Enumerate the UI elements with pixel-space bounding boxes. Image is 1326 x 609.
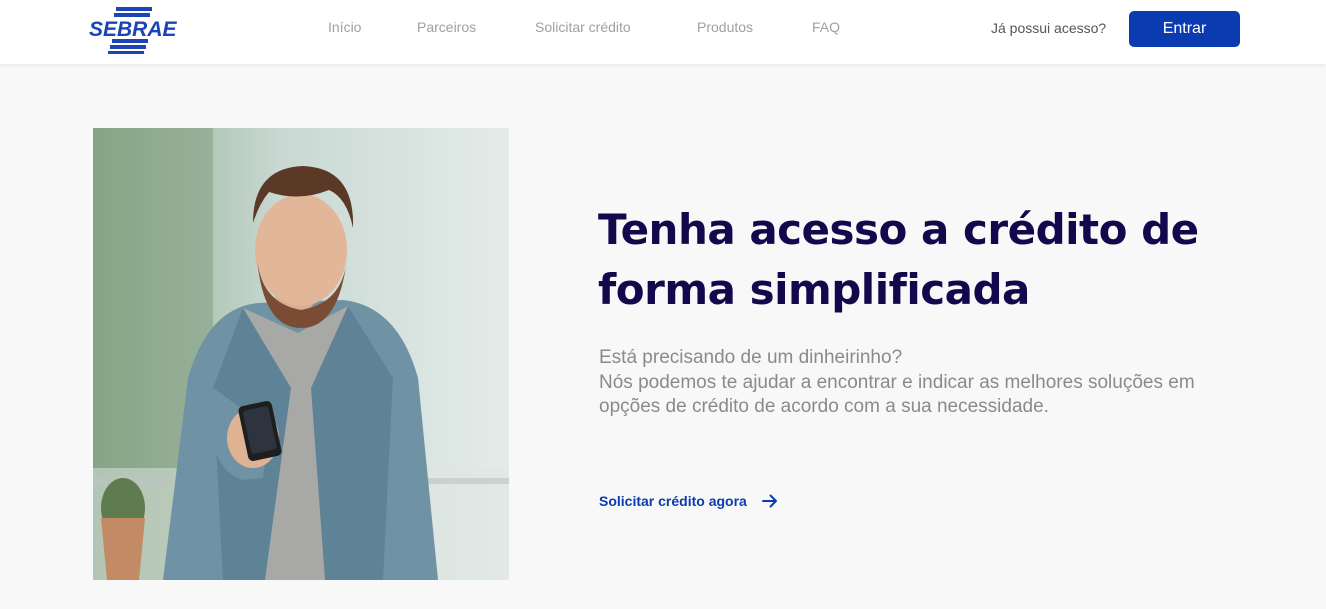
nav-item-produtos[interactable]: Produtos bbox=[697, 19, 753, 35]
logo-text: SEBRAE bbox=[89, 18, 178, 41]
sebrae-logo-mark: SEBRAE bbox=[89, 7, 178, 54]
access-prompt: Já possui acesso? bbox=[991, 20, 1107, 36]
man-with-phone-photo bbox=[93, 128, 509, 580]
nav-item-faq[interactable]: FAQ bbox=[812, 19, 840, 35]
enter-button[interactable]: Entrar bbox=[1129, 11, 1240, 47]
top-header: SEBRAE Início Parceiros Solicitar crédit… bbox=[0, 0, 1326, 64]
hero-description: Está precisando de um dinheirinho? Nós p… bbox=[599, 346, 1219, 420]
request-credit-label: Solicitar crédito agora bbox=[599, 493, 747, 509]
hero-photo bbox=[93, 128, 509, 580]
nav-item-parceiros[interactable]: Parceiros bbox=[417, 19, 476, 35]
hero-description-line-2: Nós podemos te ajudar a encontrar e indi… bbox=[599, 371, 1195, 418]
hero-title: Tenha acesso a crédito de forma simplifi… bbox=[598, 205, 1199, 314]
hero-description-line-1: Está precisando de um dinheirinho? bbox=[599, 347, 903, 368]
arrow-right-icon bbox=[761, 494, 777, 508]
nav-item-inicio[interactable]: Início bbox=[328, 19, 361, 35]
nav-item-solicitar-credito[interactable]: Solicitar crédito bbox=[535, 19, 631, 35]
sebrae-logo[interactable]: SEBRAE bbox=[88, 6, 180, 54]
request-credit-link[interactable]: Solicitar crédito agora bbox=[599, 489, 779, 513]
